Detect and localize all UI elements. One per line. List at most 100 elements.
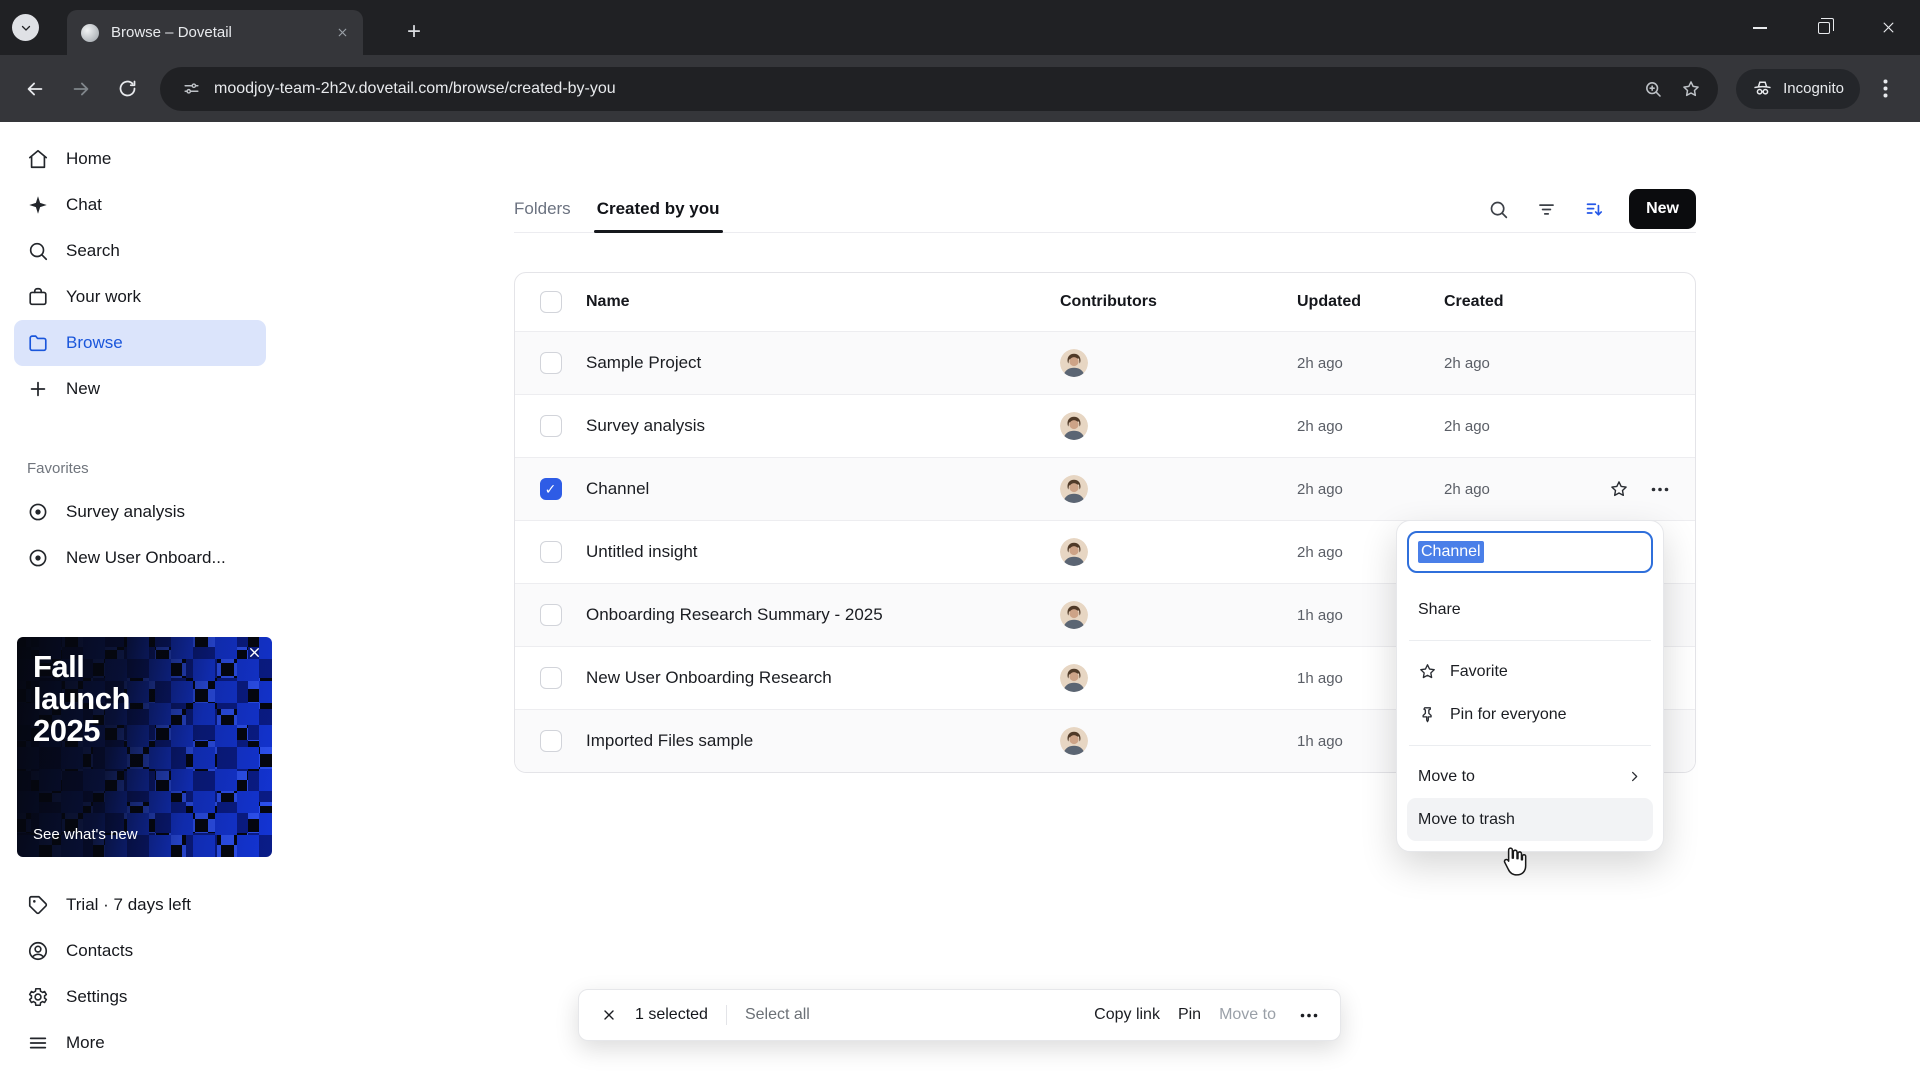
pin-button[interactable]: Pin: [1178, 1006, 1201, 1024]
forward-button[interactable]: [60, 68, 102, 110]
clear-selection-button[interactable]: [601, 1007, 617, 1023]
menu-item-pin-for-everyone[interactable]: Pin for everyone: [1407, 693, 1653, 736]
promo-card[interactable]: Fall launch 2025 See what's new: [17, 637, 272, 857]
forward-icon: [73, 82, 89, 95]
menu-item-favorite[interactable]: Favorite: [1407, 650, 1653, 693]
menu-item-label: Move to trash: [1418, 810, 1515, 828]
content-tabs: Folders Created by you: [514, 186, 723, 233]
sidebar-item-your-work[interactable]: Your work: [14, 274, 266, 320]
site-settings-icon[interactable]: [174, 72, 208, 106]
sidebar-item-chat[interactable]: Chat: [14, 182, 266, 228]
tab-search-button[interactable]: [12, 14, 39, 41]
table-header: Name Contributors Updated Created: [515, 273, 1695, 331]
copy-link-button[interactable]: Copy link: [1094, 1006, 1160, 1024]
row-name[interactable]: Untitled insight: [586, 542, 1054, 562]
sidebar-item-contacts[interactable]: Contacts: [14, 928, 266, 974]
browser-menu-button[interactable]: [1864, 68, 1906, 110]
promo-cta-link[interactable]: See what's new: [33, 826, 138, 843]
star-icon: [1420, 664, 1435, 679]
table-row[interactable]: Sample Project 2h ago 2h ago: [515, 331, 1695, 394]
row-updated: 2h ago: [1297, 354, 1343, 372]
row-checkbox[interactable]: [539, 352, 562, 374]
incognito-badge[interactable]: Incognito: [1736, 68, 1860, 109]
avatar: [1060, 412, 1088, 440]
reload-button[interactable]: [106, 68, 148, 110]
sidebar-item-new[interactable]: New: [14, 366, 266, 412]
sidebar-item-settings[interactable]: Settings: [14, 974, 266, 1020]
browser-tab[interactable]: Browse – Dovetail: [67, 10, 363, 55]
rename-input[interactable]: Channel: [1407, 531, 1653, 573]
row-checkbox-checked[interactable]: ✓: [539, 478, 562, 500]
sidebar-item-search[interactable]: Search: [14, 228, 266, 274]
favorite-item-new-user-onboarding[interactable]: New User Onboard...: [14, 535, 266, 581]
row-name[interactable]: Imported Files sample: [586, 731, 1054, 751]
row-name[interactable]: New User Onboarding Research: [586, 668, 1054, 688]
chevron-down-icon: [21, 25, 30, 31]
sidebar-item-home[interactable]: Home: [14, 136, 266, 182]
folder-icon: [29, 335, 47, 352]
search-button[interactable]: [1479, 190, 1517, 228]
new-button[interactable]: New: [1629, 189, 1696, 229]
new-tab-button[interactable]: +: [398, 16, 430, 48]
row-checkbox[interactable]: [539, 541, 562, 563]
menu-item-move-to[interactable]: Move to: [1407, 755, 1653, 798]
sidebar-item-label: Search: [66, 241, 120, 260]
header-actions: New: [1479, 189, 1696, 229]
menu-item-move-to-trash[interactable]: Move to trash: [1407, 798, 1653, 841]
table-row-selected[interactable]: ✓ Channel 2h ago 2h ago: [515, 457, 1695, 520]
promo-close-icon[interactable]: [247, 645, 262, 660]
tab-folders[interactable]: Folders: [514, 186, 571, 232]
zoom-icon[interactable]: [1634, 70, 1672, 108]
row-more-icon[interactable]: [1651, 487, 1669, 492]
row-name[interactable]: Channel: [586, 479, 1054, 499]
sidebar-item-trial[interactable]: Trial · 7 days left: [14, 882, 266, 928]
sidebar-item-label: More: [66, 1033, 105, 1052]
url-text[interactable]: moodjoy-team-2h2v.dovetail.com/browse/cr…: [214, 80, 1634, 98]
menu-divider: [1409, 640, 1651, 641]
favorite-item-survey-analysis[interactable]: Survey analysis: [14, 489, 266, 535]
row-favorite-star-icon[interactable]: [1609, 479, 1629, 499]
row-name[interactable]: Onboarding Research Summary - 2025: [586, 605, 1054, 625]
favorite-item-label: New User Onboard...: [66, 548, 226, 567]
restore-button[interactable]: [1792, 0, 1856, 55]
sidebar-item-label: Home: [66, 149, 112, 168]
sort-button[interactable]: [1575, 190, 1613, 228]
search-icon: [29, 242, 48, 261]
minimize-button[interactable]: [1728, 0, 1792, 55]
table-row[interactable]: Survey analysis 2h ago 2h ago: [515, 394, 1695, 457]
address-bar[interactable]: moodjoy-team-2h2v.dovetail.com/browse/cr…: [160, 66, 1719, 111]
row-context-menu: Channel Share Favorite Pin for everyone …: [1396, 520, 1664, 852]
sidebar: Home Chat Search Your work Browse New Fa…: [0, 122, 280, 1080]
window-controls: [1728, 0, 1920, 55]
browser-tab-title: Browse – Dovetail: [111, 24, 232, 41]
menu-item-share[interactable]: Share: [1407, 588, 1653, 631]
row-checkbox[interactable]: [539, 415, 562, 437]
browser-titlebar: Browse – Dovetail +: [0, 0, 1920, 55]
tag-icon: [28, 895, 48, 915]
more-actions-button[interactable]: [1300, 1013, 1318, 1018]
row-checkbox[interactable]: [539, 730, 562, 752]
tab-created-by-you[interactable]: Created by you: [593, 186, 723, 233]
plus-icon: [30, 381, 46, 397]
dovetail-favicon: [81, 23, 99, 42]
sidebar-item-browse[interactable]: Browse: [14, 320, 266, 366]
row-checkbox[interactable]: [539, 667, 562, 689]
move-to-button[interactable]: Move to: [1219, 1006, 1276, 1024]
bookmark-star-icon[interactable]: [1672, 70, 1710, 108]
row-name[interactable]: Survey analysis: [586, 416, 1054, 436]
back-button[interactable]: [14, 68, 56, 110]
select-all-checkbox[interactable]: [539, 291, 562, 313]
filter-button[interactable]: [1527, 190, 1565, 228]
select-all-button[interactable]: Select all: [745, 1006, 810, 1024]
sidebar-nav: Home Chat Search Your work Browse New: [0, 122, 280, 426]
selection-action-bar: 1 selected Select all Copy link Pin Move…: [578, 989, 1341, 1041]
close-icon: [1883, 22, 1893, 33]
avatar: [1060, 349, 1088, 377]
row-checkbox[interactable]: [539, 604, 562, 626]
tab-close-icon[interactable]: [336, 26, 349, 39]
column-updated: Updated: [1297, 293, 1361, 310]
sidebar-item-more[interactable]: More: [14, 1020, 266, 1066]
close-button[interactable]: [1856, 0, 1920, 55]
menu-item-label: Pin for everyone: [1450, 705, 1567, 723]
row-name[interactable]: Sample Project: [586, 353, 1054, 373]
